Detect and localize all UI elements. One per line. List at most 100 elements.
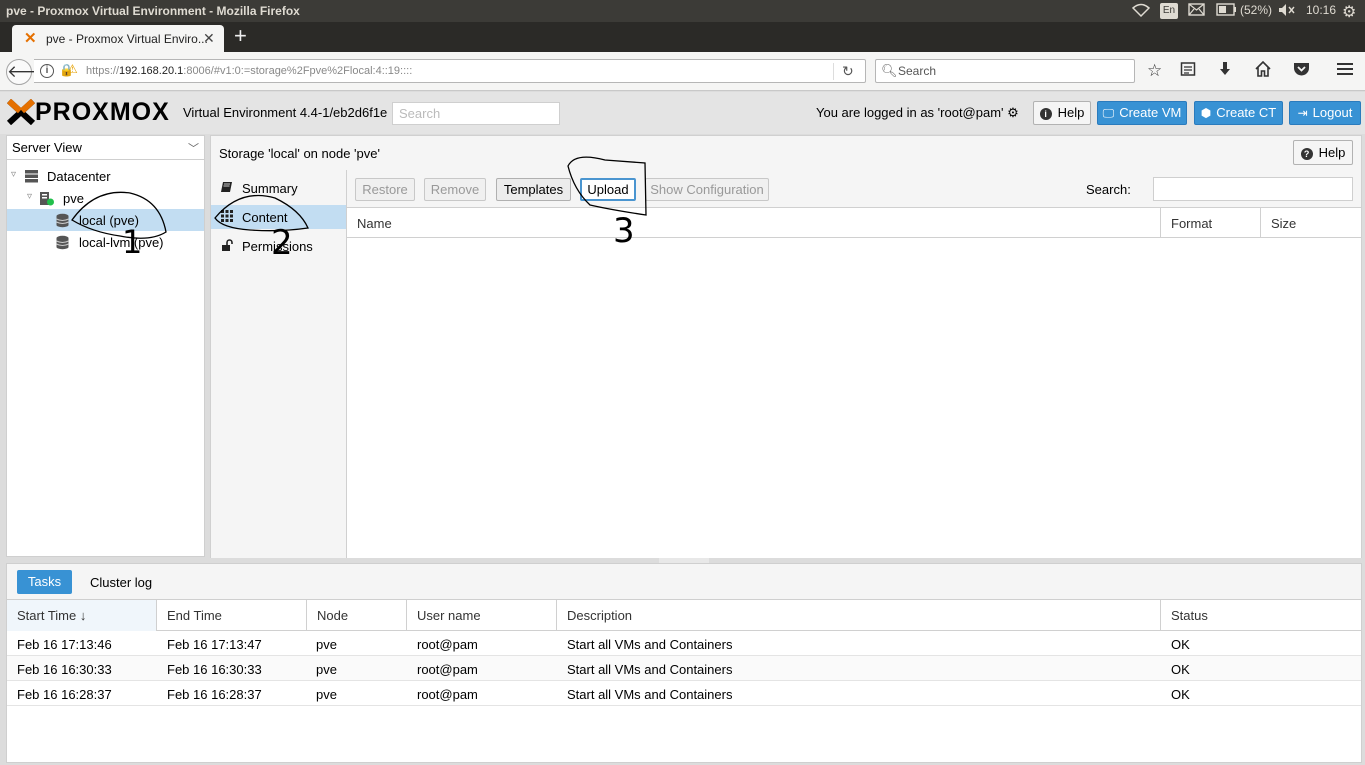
user-gear-icon[interactable]: ⚙	[1007, 105, 1019, 120]
home-icon[interactable]	[1255, 60, 1271, 82]
reading-list-icon[interactable]	[1180, 61, 1196, 82]
question-icon: ?	[1300, 148, 1313, 160]
restore-button[interactable]: Restore	[355, 178, 415, 201]
nav-permissions[interactable]: Permissions	[211, 234, 346, 258]
tasks-tab-bar: Tasks Cluster log	[7, 564, 1361, 600]
collapse-arrow-icon[interactable]: ▿	[11, 169, 16, 180]
tree-item-datacenter[interactable]: ▿ Datacenter	[7, 165, 204, 187]
site-info-icon[interactable]: i	[40, 64, 54, 78]
logged-in-label[interactable]: You are logged in as 'root@pam' ⚙	[816, 105, 1019, 121]
clock[interactable]: 10:16	[1306, 3, 1336, 17]
cube-icon: ⬢	[1200, 106, 1212, 120]
help-button[interactable]: i Help	[1033, 101, 1091, 125]
storage-icon	[56, 235, 69, 250]
column-header-format[interactable]: Format	[1161, 208, 1261, 238]
book-icon	[221, 181, 233, 196]
create-vm-button[interactable]: 🖵 Create VM	[1097, 101, 1187, 125]
wifi-icon[interactable]	[1131, 3, 1151, 20]
global-search-input[interactable]	[392, 102, 560, 125]
browser-search-box[interactable]: 🔍︎	[875, 59, 1135, 83]
content-search-label: Search:	[1086, 182, 1131, 197]
content-grid-header: Name Format Size	[347, 208, 1361, 238]
table-row[interactable]: Feb 16 16:28:37 Feb 16 16:28:37 pve root@pa…	[7, 681, 1361, 706]
logout-button[interactable]: ⇥ Logout	[1289, 101, 1361, 125]
browser-tab-strip: ✕ pve - Proxmox Virtual Enviro... ✕ +	[0, 22, 1365, 52]
tasks-panel: Tasks Cluster log Start Time ↓ End Time …	[6, 563, 1362, 763]
close-tab-icon[interactable]: ✕	[203, 30, 215, 47]
storage-panel-header: Storage 'local' on node 'pve' ? Help	[210, 135, 1362, 170]
content-toolbar: Restore Remove Templates Upload Show Con…	[347, 170, 1361, 208]
tree-item-label: pve	[63, 191, 84, 206]
column-header-description[interactable]: Description	[557, 600, 1161, 631]
tree-item-label: local-lvm (pve)	[79, 235, 164, 250]
unlock-icon	[221, 239, 233, 254]
url-separator	[833, 63, 834, 80]
storage-nav: Summary Content Permissions	[210, 170, 347, 558]
url-text[interactable]: https://192.168.20.1:8006/#v1:0:=storage…	[86, 65, 412, 77]
create-ct-button[interactable]: ⬢ Create CT	[1194, 101, 1283, 125]
chevron-down-icon[interactable]: ﹀	[188, 140, 199, 156]
version-label: Virtual Environment 4.4-1/eb2d6f1e	[183, 105, 388, 120]
menu-hamburger-icon[interactable]	[1336, 61, 1354, 82]
download-icon[interactable]	[1217, 61, 1233, 82]
pocket-icon[interactable]	[1293, 61, 1310, 82]
browser-tab[interactable]: ✕ pve - Proxmox Virtual Enviro... ✕	[12, 25, 224, 52]
tab-cluster-log[interactable]: Cluster log	[90, 575, 152, 590]
column-header-node[interactable]: Node	[307, 600, 407, 631]
content-search-input[interactable]	[1153, 177, 1353, 201]
info-icon: i	[1039, 108, 1052, 120]
tab-title: pve - Proxmox Virtual Enviro...	[46, 32, 208, 46]
os-top-bar: pve - Proxmox Virtual Environment - Mozi…	[0, 0, 1365, 22]
tree-item-label: Datacenter	[47, 169, 111, 184]
table-row[interactable]: Feb 16 16:30:33 Feb 16 16:30:33 pve root@pa…	[7, 656, 1361, 681]
column-header-end-time[interactable]: End Time	[157, 600, 307, 631]
tab-tasks[interactable]: Tasks	[17, 570, 72, 594]
logo-text: PROXMOX	[35, 98, 170, 126]
tasks-grid-header: Start Time ↓ End Time Node User name Des…	[7, 600, 1361, 631]
view-selector[interactable]: Server View ﹀	[7, 136, 204, 160]
upload-button[interactable]: Upload	[580, 178, 636, 201]
remove-button[interactable]: Remove	[424, 178, 486, 201]
battery-percent: (52%)	[1240, 3, 1273, 17]
table-row[interactable]: Feb 16 17:13:46 Feb 16 17:13:47 pve root@pa…	[7, 631, 1361, 656]
browser-nav-bar: 🡐 i 🔒 ⚠ https://192.168.20.1:8006/#v1:0:…	[0, 52, 1365, 91]
new-tab-icon[interactable]: +	[234, 25, 247, 47]
volume-muted-icon[interactable]	[1278, 3, 1296, 20]
show-configuration-button[interactable]: Show Configuration	[645, 178, 769, 201]
settings-gear-icon[interactable]: ⚙	[1342, 2, 1356, 22]
datacenter-icon	[25, 170, 38, 183]
keyboard-language-indicator[interactable]: En	[1160, 3, 1178, 19]
nav-label: Permissions	[242, 239, 313, 254]
storage-panel-title: Storage 'local' on node 'pve'	[219, 146, 380, 161]
mail-icon[interactable]	[1188, 3, 1205, 19]
templates-button[interactable]: Templates	[496, 178, 571, 201]
grid-icon	[221, 210, 233, 225]
storage-content-panel: Restore Remove Templates Upload Show Con…	[347, 170, 1362, 558]
column-header-user-name[interactable]: User name	[407, 600, 557, 631]
tree-item-storage-local[interactable]: local (pve)	[7, 209, 204, 231]
column-header-size[interactable]: Size	[1261, 208, 1361, 238]
battery-icon[interactable]	[1216, 3, 1238, 19]
storage-help-button[interactable]: ? Help	[1293, 140, 1353, 165]
bookmark-star-icon[interactable]: ☆	[1147, 61, 1162, 81]
reload-icon[interactable]: ↻	[842, 63, 854, 80]
tree-item-node-pve[interactable]: ▿ pve	[7, 187, 204, 209]
collapse-arrow-icon[interactable]: ▿	[27, 191, 32, 202]
window-title: pve - Proxmox Virtual Environment - Mozi…	[6, 4, 300, 18]
sign-out-icon: ⇥	[1297, 106, 1308, 120]
proxmox-favicon-icon: ✕	[24, 30, 37, 47]
tree-item-storage-local-lvm[interactable]: local-lvm (pve)	[7, 231, 204, 253]
url-bar[interactable]: i 🔒 ⚠ https://192.168.20.1:8006/#v1:0:=s…	[34, 59, 866, 83]
nav-label: Summary	[242, 181, 298, 196]
nav-summary[interactable]: Summary	[211, 176, 346, 200]
back-button[interactable]: 🡐	[6, 59, 53, 85]
column-header-status[interactable]: Status	[1161, 600, 1361, 631]
column-header-start-time[interactable]: Start Time ↓	[7, 600, 157, 631]
resource-tree-panel: Server View ﹀ ▿ Datacenter ▿ pve local (…	[6, 135, 205, 557]
proxmox-header: PROXMOX Virtual Environment 4.4-1/eb2d6f…	[0, 92, 1365, 134]
browser-search-input[interactable]	[898, 63, 1128, 79]
column-header-name[interactable]: Name	[347, 208, 1161, 238]
server-online-icon	[40, 192, 54, 206]
search-icon: 🔍︎	[881, 63, 898, 78]
nav-content[interactable]: Content	[211, 205, 346, 229]
